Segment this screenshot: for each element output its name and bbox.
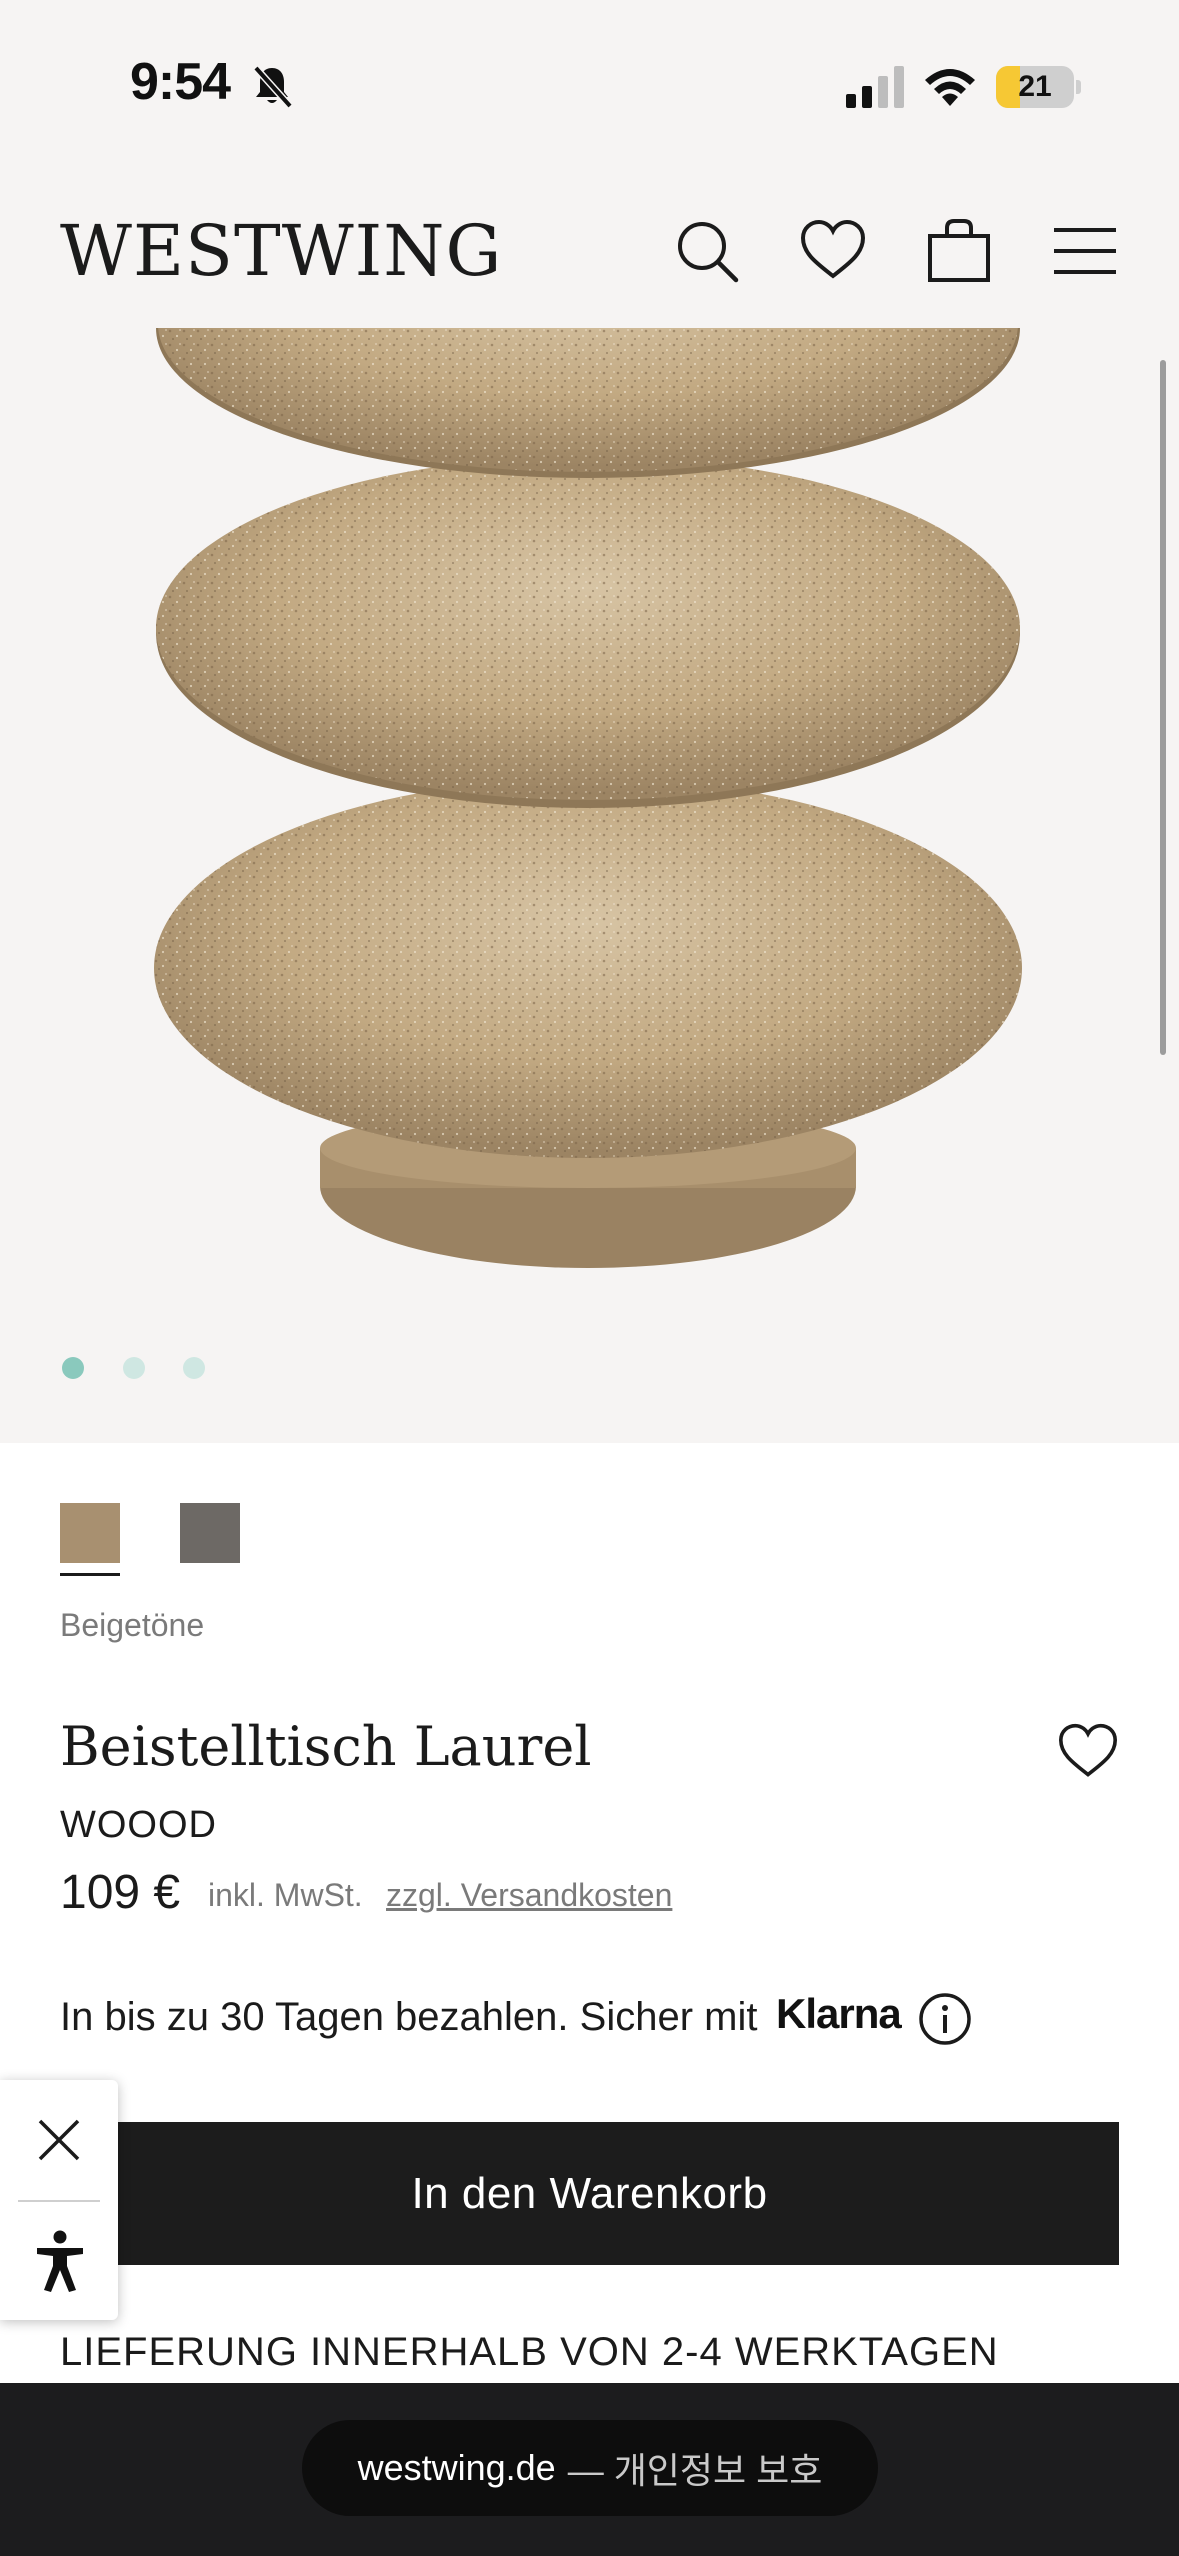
battery-icon: 21: [996, 66, 1074, 108]
signal-icon: [846, 66, 904, 108]
url-suffix: — 개인정보 보호: [567, 2450, 823, 2491]
wishlist-heart-icon[interactable]: [1056, 1722, 1120, 1780]
status-time: 9:54: [130, 53, 231, 111]
product-brand[interactable]: WOOOD: [60, 1804, 217, 1847]
shipping-link[interactable]: zzgl. Versandkosten: [386, 1877, 672, 1914]
gallery-dot-1[interactable]: [62, 1357, 84, 1379]
color-swatch-beige[interactable]: [60, 1503, 120, 1563]
selected-swatch-indicator: [60, 1573, 120, 1576]
gallery-dot-2[interactable]: [123, 1357, 145, 1379]
product-price: 109 €: [60, 1866, 181, 1919]
klarna-logo: Klarna: [776, 1990, 902, 2037]
product-gallery[interactable]: [0, 328, 1179, 1443]
search-icon[interactable]: [672, 216, 742, 286]
color-swatch-grey[interactable]: [180, 1503, 240, 1563]
add-to-cart-button[interactable]: In den Warenkorb: [60, 2122, 1119, 2265]
heart-icon[interactable]: [798, 216, 868, 286]
site-header: WESTWING: [0, 150, 1179, 328]
widget-divider: [18, 2200, 100, 2202]
bag-icon[interactable]: [924, 216, 994, 286]
accessibility-icon[interactable]: [34, 2230, 86, 2292]
gallery-dot-3[interactable]: [183, 1357, 205, 1379]
menu-icon[interactable]: [1050, 216, 1120, 286]
battery-level: 21: [1018, 70, 1052, 103]
bell-slash-icon: [253, 65, 293, 109]
color-name: Beigetöne: [60, 1607, 205, 1643]
wifi-icon: [925, 69, 975, 106]
url-domain: westwing.de: [357, 2447, 556, 2488]
info-icon[interactable]: [918, 1992, 972, 2046]
klarna-text: In bis zu 30 Tagen bezahlen. Sicher mit: [60, 1995, 758, 2039]
battery-nub: [1076, 80, 1081, 94]
tax-note: inkl. MwSt.: [208, 1877, 363, 1913]
delivery-info: LIEFERUNG INNERHALB VON 2-4 WERKTAGEN: [60, 2330, 999, 2374]
page-scrollbar[interactable]: [1160, 360, 1166, 1055]
brand-logo[interactable]: WESTWING: [60, 210, 502, 292]
product-title: Beistelltisch Laurel: [60, 1715, 592, 1778]
product-image[interactable]: [0, 328, 1179, 1443]
close-icon[interactable]: [36, 2117, 82, 2163]
address-bar[interactable]: westwing.de — 개인정보 보호: [302, 2420, 878, 2516]
status-bar: 9:54 21: [0, 0, 1179, 150]
